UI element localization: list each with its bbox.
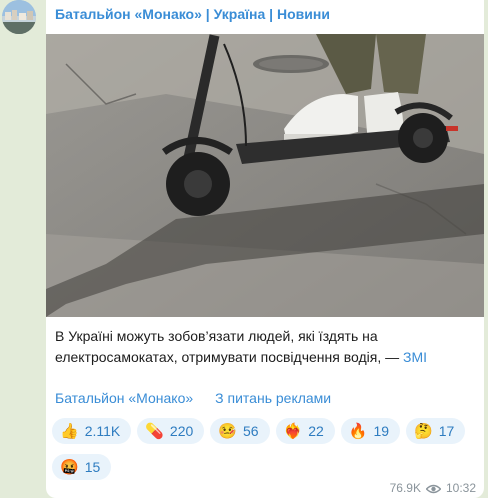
reaction-fire[interactable]: 🔥 19: [340, 418, 401, 444]
eye-icon: [425, 483, 442, 494]
fire-icon: 🔥: [348, 423, 368, 440]
reaction-thumbs-up[interactable]: 👍 2.11K: [52, 418, 132, 444]
reaction-count: 19: [373, 423, 390, 439]
reaction-count: 2.11K: [84, 423, 121, 439]
message-time: 10:32: [445, 481, 476, 495]
channel-avatar[interactable]: [2, 0, 36, 34]
ads-link[interactable]: З питань реклами: [215, 390, 331, 406]
face-with-symbols-icon: 🤬: [60, 459, 79, 476]
message-text: В Україні можуть зобов’язати людей, які …: [55, 326, 475, 368]
heart-on-fire-icon: ❤️‍🔥: [283, 423, 303, 440]
channel-link[interactable]: Батальйон «Монако»: [55, 390, 193, 406]
reaction-thinking[interactable]: 🤔 17: [406, 418, 466, 444]
reaction-count: 22: [308, 423, 324, 439]
reaction-heart-on-fire[interactable]: ❤️‍🔥 22: [275, 418, 335, 444]
thinking-face-icon: 🤔: [414, 423, 433, 440]
reaction-angry-symbols[interactable]: 🤬 15: [52, 454, 112, 480]
footer-links: Батальйон «Монако» З питань реклами: [55, 390, 353, 406]
message-photo[interactable]: [46, 34, 484, 317]
reaction-thermometer-face[interactable]: 🤒 56: [210, 418, 270, 444]
message-body: В Україні можуть зобов’язати людей, які …: [55, 328, 404, 365]
reaction-pill[interactable]: 💊 220: [137, 418, 205, 444]
channel-title[interactable]: Батальйон «Монако» | Україна | Новини: [55, 6, 330, 22]
reaction-count: 220: [169, 423, 194, 439]
message-bubble: Батальйон «Монако» | Україна | Новини В …: [46, 0, 484, 498]
reaction-count: 56: [242, 423, 259, 439]
source-link[interactable]: ЗМІ: [403, 349, 427, 365]
thermometer-face-icon: 🤒: [218, 423, 237, 440]
reaction-count: 15: [84, 459, 101, 475]
thumbs-up-icon: 👍: [60, 423, 79, 440]
message-meta: 76.9K 10:32: [390, 481, 476, 495]
reactions-bar: 👍 2.11K 💊 220 🤒 56 ❤️‍🔥 22 🔥 19 🤔 17 🤬 1…: [52, 418, 472, 484]
pill-icon: 💊: [145, 423, 164, 440]
reaction-count: 17: [438, 423, 455, 439]
views-count: 76.9K: [389, 481, 421, 495]
